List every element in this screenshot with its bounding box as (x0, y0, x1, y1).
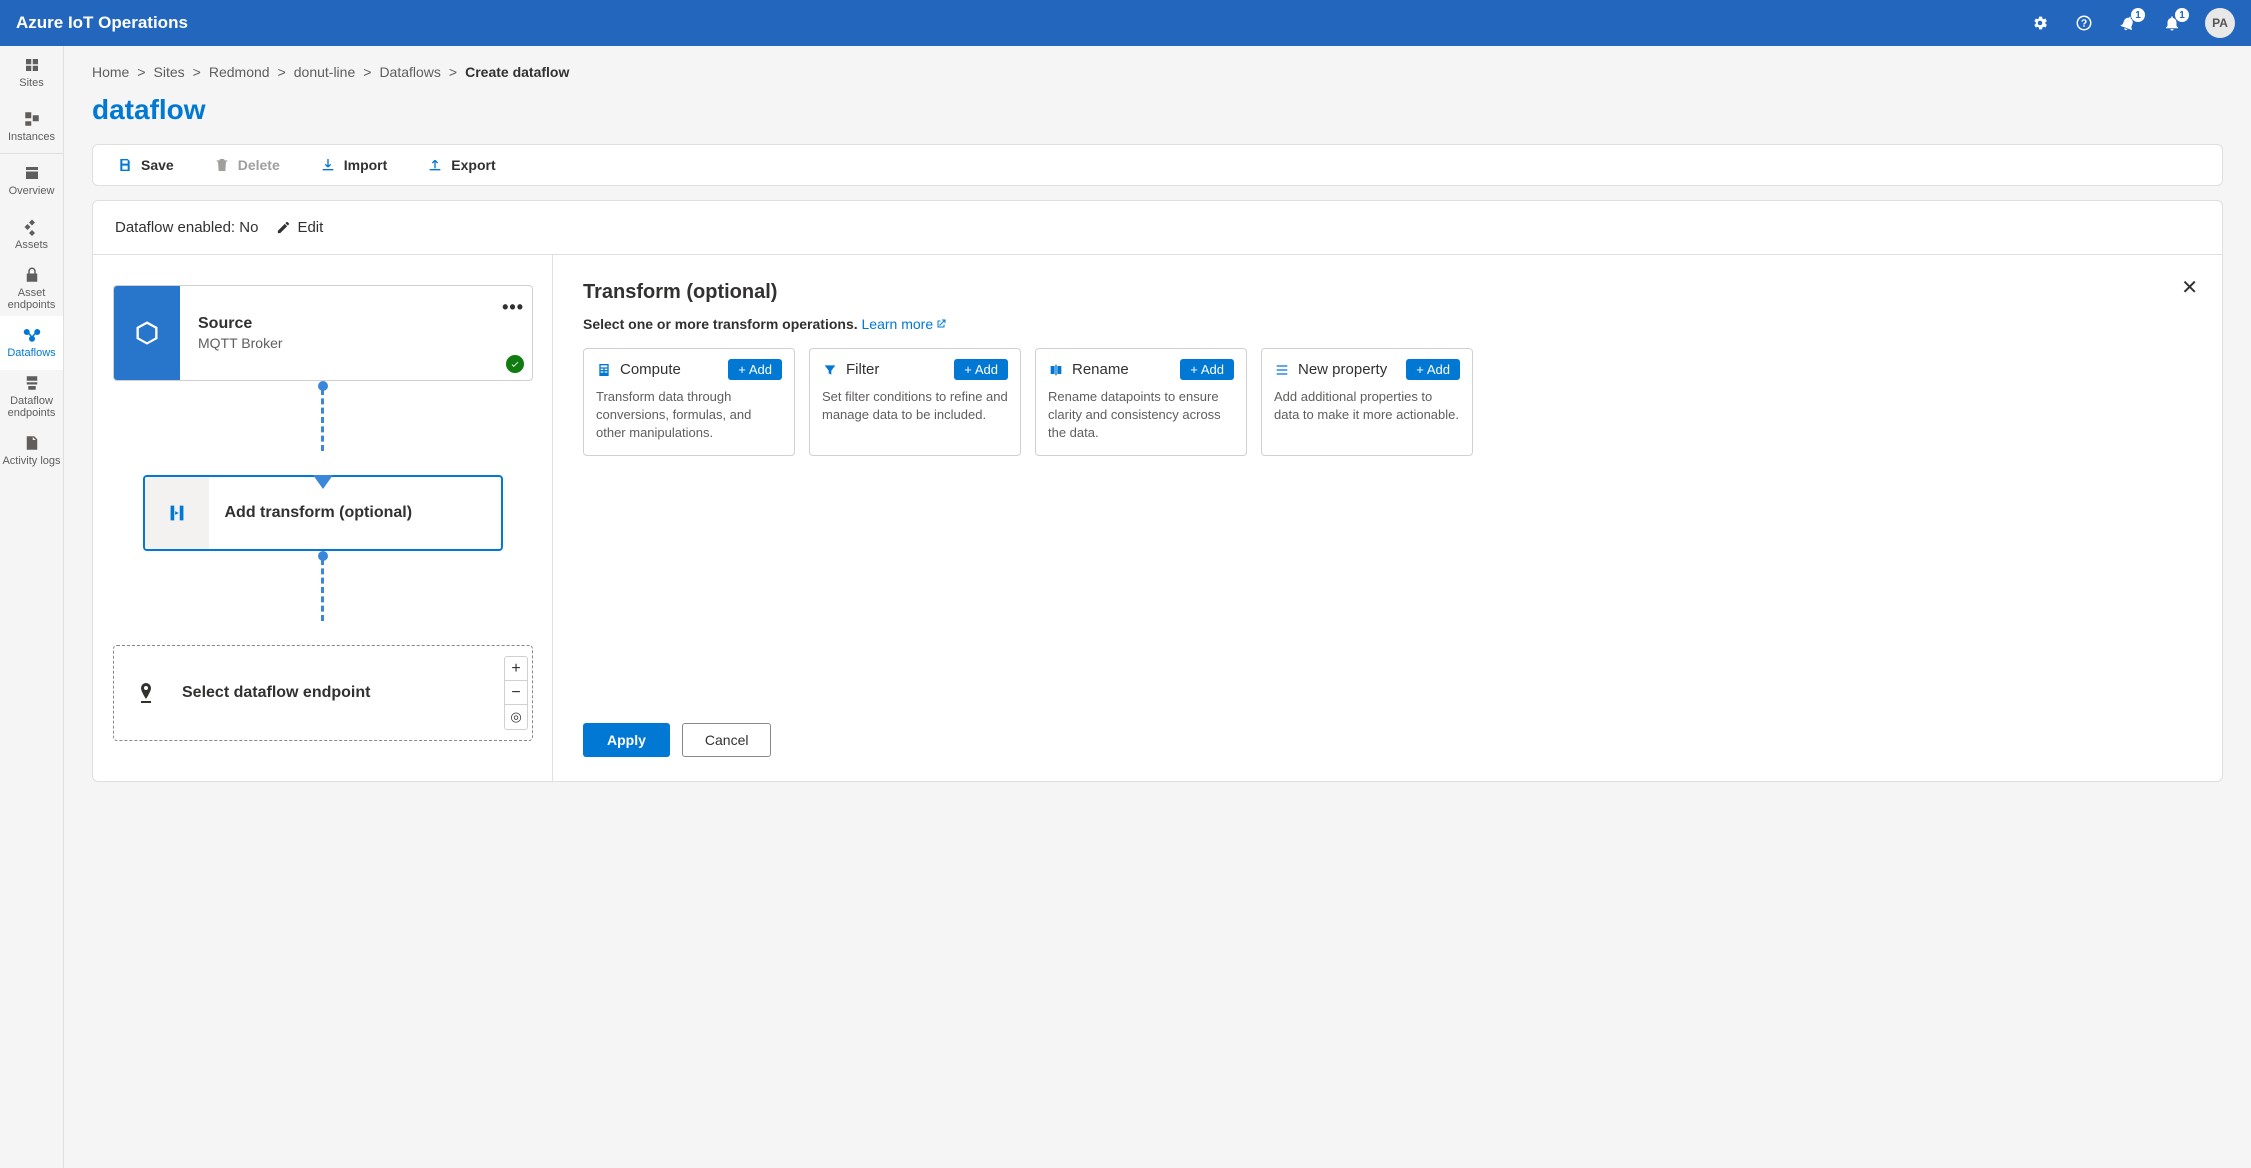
notifications-bell-icon[interactable]: 1 (2161, 12, 2183, 34)
zoom-out-button[interactable]: − (505, 681, 527, 705)
dataflow-enabled-status: Dataflow enabled: No (115, 219, 258, 236)
zoom-in-button[interactable]: + (505, 657, 527, 681)
endpoint-icon (114, 681, 178, 705)
op-name: Filter (846, 361, 879, 378)
sidebar-item-label: Activity logs (2, 455, 60, 467)
sidebar-item-label: Sites (19, 77, 43, 89)
sidebar-item-label: Dataflow endpoints (0, 395, 63, 419)
sidebar-item-instances[interactable]: Instances (0, 100, 63, 154)
op-desc: Set filter conditions to refine and mana… (822, 388, 1008, 424)
op-card-compute: Compute + Add Transform data through con… (583, 348, 795, 456)
op-card-rename: Rename + Add Rename datapoints to ensure… (1035, 348, 1247, 456)
help-icon[interactable] (2073, 12, 2095, 34)
endpoint-label: Select dataflow endpoint (178, 684, 532, 702)
import-button[interactable]: Import (320, 157, 388, 173)
detail-title: Transform (optional) (583, 281, 2192, 304)
more-icon[interactable]: ••• (502, 297, 524, 318)
sidebar-item-label: Overview (9, 185, 55, 197)
source-node[interactable]: ••• Source MQTT Broker (113, 285, 533, 381)
op-card-new-property: New property + Add Add additional proper… (1261, 348, 1473, 456)
notification-badge: 1 (2131, 8, 2145, 22)
diagnostics-bell-icon[interactable]: 1 (2117, 12, 2139, 34)
app-title: Azure IoT Operations (16, 13, 188, 33)
transform-icon (145, 477, 209, 549)
check-icon (506, 355, 524, 373)
detail-hint: Select one or more transform operations.… (583, 316, 2192, 332)
sidebar-item-sites[interactable]: Sites (0, 46, 63, 100)
op-name: Rename (1072, 361, 1129, 378)
sidebar-item-label: Asset endpoints (0, 287, 63, 311)
cube-icon (114, 286, 180, 380)
target-icon[interactable]: ◎ (505, 705, 527, 729)
sidebar-item-asset-endpoints[interactable]: Asset endpoints (0, 262, 63, 316)
save-button[interactable]: Save (117, 157, 174, 173)
breadcrumb-link[interactable]: Home (92, 64, 129, 80)
op-card-filter: Filter + Add Set filter conditions to re… (809, 348, 1021, 456)
op-desc: Rename datapoints to ensure clarity and … (1048, 388, 1234, 443)
transform-label: Add transform (optional) (209, 504, 501, 522)
top-bar: Azure IoT Operations 1 1 PA (0, 0, 2251, 46)
sidebar-item-overview[interactable]: Overview (0, 154, 63, 208)
sidebar: Sites Instances Overview Assets Asset en… (0, 46, 64, 1168)
add-new-property-button[interactable]: + Add (1406, 359, 1460, 380)
notification-badge: 1 (2175, 8, 2189, 22)
canvas: ••• Source MQTT Broker (93, 255, 553, 781)
learn-more-link[interactable]: Learn more (862, 316, 948, 332)
source-title: Source (198, 315, 514, 333)
sidebar-item-assets[interactable]: Assets (0, 208, 63, 262)
detail-panel: ✕ Transform (optional) Select one or mor… (553, 255, 2222, 781)
apply-button[interactable]: Apply (583, 723, 670, 757)
breadcrumb-link[interactable]: Sites (154, 64, 185, 80)
delete-button: Delete (214, 157, 280, 173)
breadcrumb-link[interactable]: donut-line (294, 64, 356, 80)
cancel-button[interactable]: Cancel (682, 723, 772, 757)
op-desc: Transform data through conversions, form… (596, 388, 782, 443)
add-rename-button[interactable]: + Add (1180, 359, 1234, 380)
breadcrumb-link[interactable]: Dataflows (379, 64, 440, 80)
sidebar-item-label: Dataflows (7, 347, 55, 359)
zoom-controls: + − ◎ (504, 656, 528, 730)
op-desc: Add additional properties to data to mak… (1274, 388, 1460, 424)
add-compute-button[interactable]: + Add (728, 359, 782, 380)
add-filter-button[interactable]: + Add (954, 359, 1008, 380)
toolbar: Save Delete Import Export (92, 144, 2223, 186)
work-card: Dataflow enabled: No Edit ••• Source (92, 200, 2223, 782)
sidebar-item-activity-logs[interactable]: Activity logs (0, 424, 63, 478)
status-row: Dataflow enabled: No Edit (93, 201, 2222, 255)
avatar[interactable]: PA (2205, 8, 2235, 38)
page-title: dataflow (92, 94, 2223, 126)
breadcrumb-current: Create dataflow (465, 64, 569, 80)
op-name: New property (1298, 361, 1387, 378)
breadcrumb: Home> Sites> Redmond> donut-line> Datafl… (92, 64, 2223, 80)
sidebar-item-label: Instances (8, 131, 55, 143)
sidebar-item-dataflows[interactable]: Dataflows (0, 316, 63, 370)
export-button[interactable]: Export (427, 157, 495, 173)
endpoint-node[interactable]: Select dataflow endpoint + − ◎ (113, 645, 533, 741)
settings-icon[interactable] (2029, 12, 2051, 34)
op-name: Compute (620, 361, 681, 378)
edit-button[interactable]: Edit (276, 219, 323, 236)
close-icon[interactable]: ✕ (2181, 275, 2198, 300)
sidebar-item-dataflow-endpoints[interactable]: Dataflow endpoints (0, 370, 63, 424)
source-subtitle: MQTT Broker (198, 335, 514, 351)
breadcrumb-link[interactable]: Redmond (209, 64, 270, 80)
sidebar-item-label: Assets (15, 239, 48, 251)
